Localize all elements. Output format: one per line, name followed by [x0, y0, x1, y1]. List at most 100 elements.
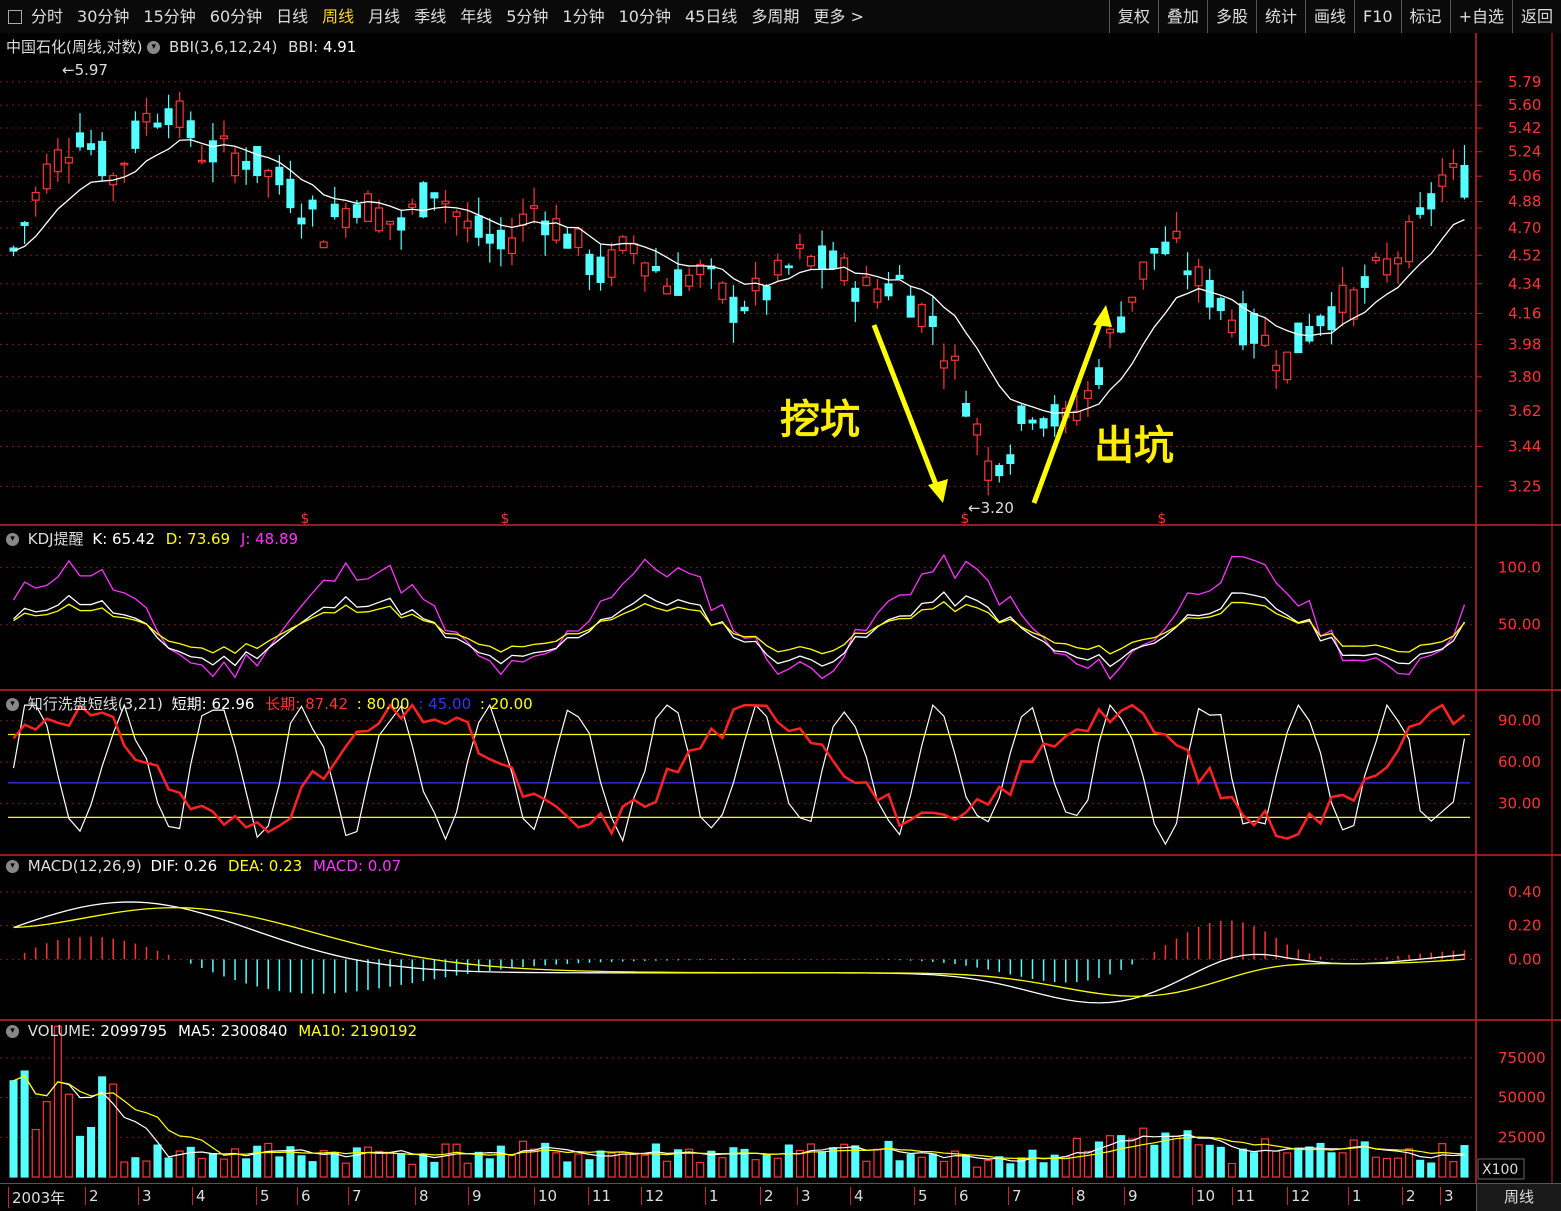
- volume-settings-icon[interactable]: ▾: [6, 1025, 19, 1038]
- tab-multi-period[interactable]: 多周期: [744, 5, 806, 29]
- tab-30min[interactable]: 30分钟: [70, 5, 136, 29]
- candle-body: [806, 255, 816, 267]
- volume-bar: [131, 1157, 140, 1178]
- candle-body: [386, 220, 395, 225]
- tab-fenshi[interactable]: 分时: [24, 5, 70, 29]
- settings-dot-icon[interactable]: ▾: [147, 41, 161, 54]
- tab-15min[interactable]: 15分钟: [136, 5, 202, 29]
- add-watchlist-button[interactable]: +自选: [1449, 0, 1512, 33]
- time-axis-label: 2: [85, 1187, 99, 1205]
- candle-body: [496, 229, 505, 250]
- tab-10min[interactable]: 10分钟: [612, 5, 678, 29]
- candle-body: [895, 274, 904, 280]
- tab-daily[interactable]: 日线: [269, 5, 315, 29]
- candle-body: [1028, 419, 1037, 424]
- time-axis-label: 3: [1440, 1187, 1454, 1205]
- time-axis-label: 7: [348, 1187, 362, 1205]
- tab-monthly[interactable]: 月线: [361, 5, 407, 29]
- volume-bar: [873, 1148, 882, 1178]
- candle-body: [939, 360, 948, 369]
- time-axis-label: 12: [641, 1187, 664, 1205]
- candle-body: [1205, 280, 1214, 308]
- candle-body: [884, 283, 893, 297]
- volume-bar: [208, 1153, 217, 1178]
- volume-bar: [840, 1143, 849, 1178]
- candle-body: [596, 256, 605, 283]
- candle-body: [840, 257, 849, 282]
- volume-bar: [895, 1160, 904, 1178]
- candle-body: [530, 205, 539, 209]
- tab-45day[interactable]: 45日线: [678, 5, 744, 29]
- macd-settings-icon[interactable]: ▾: [6, 860, 19, 873]
- candle-body: [286, 178, 295, 209]
- wash-settings-icon[interactable]: ▾: [6, 698, 19, 711]
- ma5-label: MA5:: [178, 1022, 221, 1040]
- candle-body: [1194, 266, 1203, 287]
- volume-bar: [397, 1153, 406, 1178]
- candle-body: [408, 203, 417, 208]
- bbi-label: BBI:: [288, 38, 323, 56]
- volume-bar: [640, 1154, 649, 1178]
- kdj-settings-icon[interactable]: ▾: [6, 533, 19, 546]
- stock-chart[interactable]: 5.79 5.60 5.42 5.24 5.06 4.88 4.70 4.52 4.34 4.16…: [0, 33, 1561, 1183]
- volume-bar: [375, 1150, 384, 1178]
- volume-bar: [1438, 1143, 1447, 1178]
- volume-bar: [696, 1161, 705, 1178]
- volume-bar: [1039, 1162, 1048, 1178]
- f10-button[interactable]: F10: [1353, 0, 1401, 33]
- tab-1min[interactable]: 1分钟: [555, 5, 611, 29]
- candle-body: [585, 253, 594, 276]
- candle-body: [552, 218, 561, 241]
- tab-weekly[interactable]: 周线: [315, 5, 361, 29]
- candle-body: [762, 286, 771, 301]
- candle-body: [1183, 270, 1192, 276]
- candle-body: [31, 191, 40, 201]
- statistics-button[interactable]: 统计: [1255, 0, 1305, 33]
- volume-bar: [1238, 1148, 1247, 1178]
- wash-short-label: 短期:: [171, 695, 212, 713]
- restore-rights-button[interactable]: 复权: [1108, 0, 1158, 33]
- candle-body: [1416, 207, 1425, 215]
- volume-bar: [928, 1153, 937, 1178]
- wash-80-value: : 80.00: [356, 695, 410, 713]
- mark-button[interactable]: 标记: [1400, 0, 1450, 33]
- candle-body: [75, 132, 85, 148]
- tab-more[interactable]: 更多 >: [806, 5, 871, 29]
- window-icon[interactable]: [8, 10, 22, 24]
- time-axis-label: 1: [705, 1187, 719, 1205]
- candle-body: [186, 120, 195, 139]
- kdj-k-value: 65.42: [112, 530, 155, 548]
- volume-bar: [87, 1126, 96, 1178]
- volume-tick-label: 50000: [1498, 1089, 1546, 1107]
- candle-body: [231, 152, 240, 177]
- price-tick-label: 5.42: [1508, 119, 1541, 137]
- period-indicator[interactable]: 周线: [1476, 1184, 1561, 1211]
- candle-body: [352, 204, 361, 218]
- volume-bar: [718, 1157, 727, 1178]
- candle-body: [20, 222, 29, 226]
- tab-60min[interactable]: 60分钟: [203, 5, 269, 29]
- candle-body: [751, 277, 760, 292]
- candle-body: [640, 262, 649, 277]
- volume-bar: [507, 1154, 516, 1178]
- volume-tick-label: 75000: [1498, 1049, 1546, 1067]
- time-axis-label: 6: [297, 1187, 311, 1205]
- candle-body: [906, 295, 915, 318]
- kdj-k-label: K:: [92, 530, 113, 548]
- kdj-pane-header: ▾ KDJ提醒 K: 65.42 D: 73.69 J: 48.89: [6, 528, 298, 549]
- candle-body: [518, 213, 528, 226]
- multi-stock-button[interactable]: 多股: [1206, 0, 1256, 33]
- overlay-button[interactable]: 叠加: [1157, 0, 1207, 33]
- volume-bar: [452, 1143, 461, 1178]
- volume-value: 2099795: [100, 1022, 168, 1040]
- tab-yearly[interactable]: 年线: [453, 5, 499, 29]
- candle-body: [208, 140, 217, 163]
- draw-line-button[interactable]: 画线: [1304, 0, 1354, 33]
- ma10-label: MA10:: [298, 1022, 351, 1040]
- volume-bar: [1416, 1159, 1425, 1178]
- back-button[interactable]: 返回: [1511, 0, 1561, 33]
- tab-5min[interactable]: 5分钟: [499, 5, 555, 29]
- volume-bar: [806, 1143, 816, 1178]
- candle-body: [629, 243, 638, 255]
- tab-quarterly[interactable]: 季线: [407, 5, 453, 29]
